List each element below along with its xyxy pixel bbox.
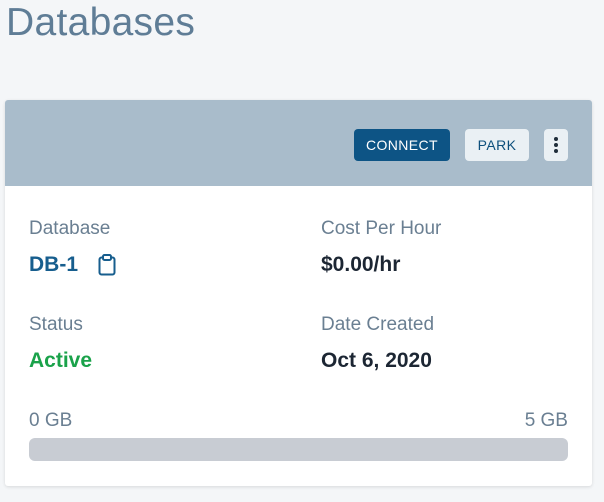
clipboard-icon[interactable] [98,254,116,276]
park-button[interactable]: PARK [465,129,529,161]
card-header: CONNECT PARK [5,100,592,186]
more-options-button[interactable] [544,129,568,161]
date-created-label: Date Created [321,314,435,335]
page-title: Databases [6,1,196,44]
date-created-value: Oct 6, 2020 [321,349,432,372]
database-name[interactable]: DB-1 [29,252,78,278]
connect-button[interactable]: CONNECT [354,129,450,161]
storage-progress-bar [29,438,568,461]
cost-label: Cost Per Hour [321,218,442,239]
database-label: Database [29,218,111,239]
cost-value: $0.00/hr [321,253,401,276]
storage-min-label: 0 GB [29,410,73,431]
status-label: Status [29,314,83,335]
status-value: Active [29,349,93,372]
database-card: CONNECT PARK Database DB-1 Cost Per Hour… [5,100,592,486]
storage-max-label: 5 GB [524,410,568,431]
